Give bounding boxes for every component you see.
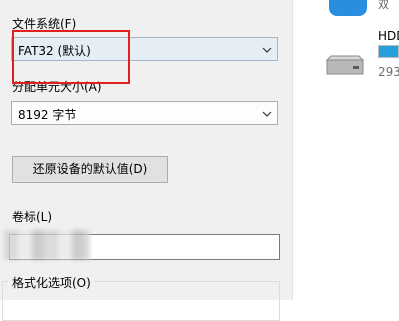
hard-drive-icon[interactable] xyxy=(323,52,367,78)
explorer-panel: 双 HDD 293 xyxy=(293,0,399,300)
drive-size: 293 xyxy=(378,65,399,79)
restore-defaults-button[interactable]: 还原设备的默认值(D) xyxy=(12,156,168,183)
drive-usage-bar xyxy=(378,45,399,58)
volume-label: 卷标(L) xyxy=(12,210,53,224)
format-dialog: 文件系统(F) FAT32 (默认) 分配单元大小(A) 8192 字节 还原设… xyxy=(0,0,293,321)
allocation-size-select[interactable]: 8192 字节 xyxy=(11,101,278,125)
drive-usage-fill xyxy=(379,46,398,57)
chevron-down-icon xyxy=(262,47,272,53)
app-name: 双 xyxy=(378,0,389,11)
allocation-size-value: 8192 字节 xyxy=(18,108,77,122)
drive-name: HDD xyxy=(378,29,399,43)
chevron-down-icon xyxy=(262,111,272,117)
format-options-label: 格式化选项(O) xyxy=(8,274,95,291)
highlight-annotation xyxy=(12,30,130,84)
app-icon[interactable] xyxy=(329,0,367,16)
blurred-overlay xyxy=(4,230,90,260)
